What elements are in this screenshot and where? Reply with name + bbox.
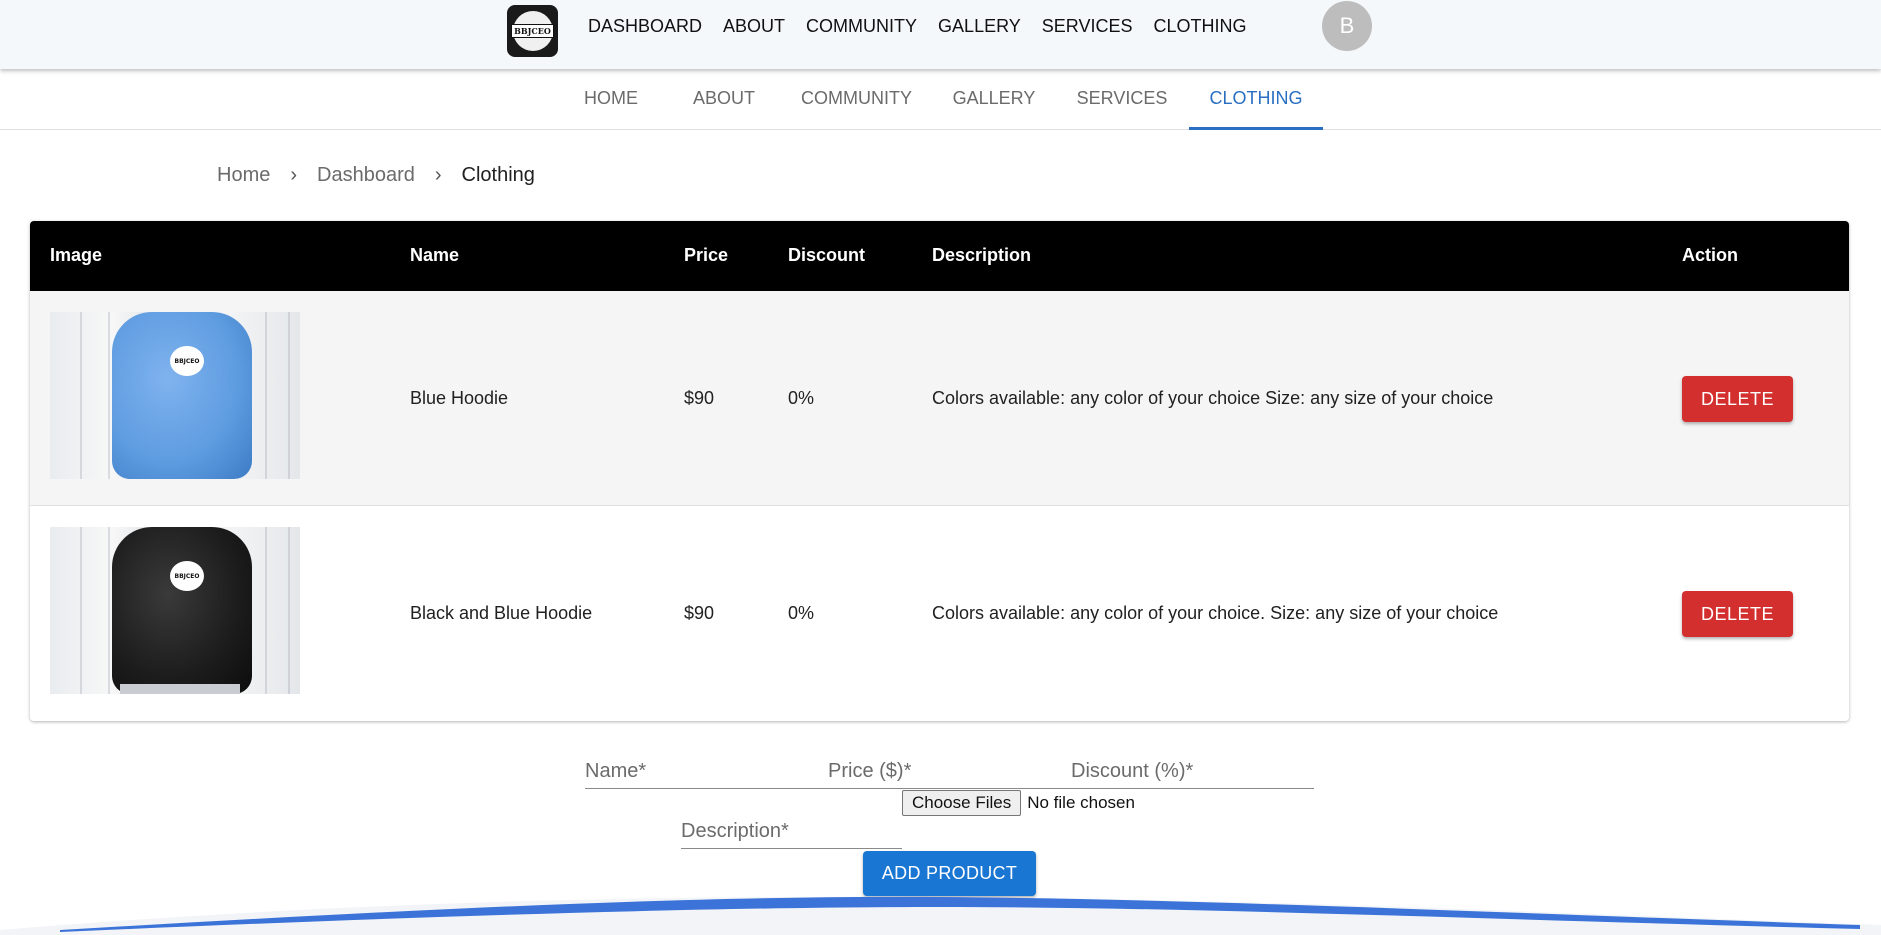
product-price: $90 [684, 388, 715, 408]
breadcrumb-current: Clothing [461, 164, 535, 186]
description-field [681, 809, 902, 849]
hoodie-logo-icon: BBJCEO [170, 346, 204, 376]
topnav-clothing[interactable]: CLOTHING [1153, 15, 1246, 37]
column-header-name: Name [410, 245, 460, 265]
logo-text: BBJCEO [511, 24, 554, 38]
hoodie-shape: BBJCEO [112, 312, 252, 479]
user-avatar[interactable]: B [1322, 1, 1372, 51]
product-description: Colors available: any color of your choi… [932, 388, 1494, 408]
hoodie-logo-icon: BBJCEO [170, 561, 204, 591]
tab-about[interactable]: ABOUT [680, 69, 768, 130]
column-header-discount: Discount [788, 245, 866, 265]
tab-gallery[interactable]: GALLERY [944, 69, 1044, 130]
top-nav: DASHBOARD ABOUT COMMUNITY GALLERY SERVIC… [588, 15, 1267, 37]
product-image: BBJCEO [50, 312, 300, 479]
section-tabs: HOME ABOUT COMMUNITY GALLERY SERVICES CL… [0, 69, 1881, 130]
file-input: Choose Files No file chosen [902, 790, 1135, 816]
tab-clothing[interactable]: CLOTHING [1189, 69, 1323, 130]
column-header-description: Description [932, 245, 1032, 265]
choose-files-button[interactable]: Choose Files [902, 790, 1022, 816]
tab-community[interactable]: COMMUNITY [790, 69, 923, 130]
breadcrumb-dashboard[interactable]: Dashboard [317, 164, 415, 187]
tab-services[interactable]: SERVICES [1066, 69, 1178, 130]
topnav-dashboard[interactable]: DASHBOARD [588, 15, 702, 37]
topnav-community[interactable]: COMMUNITY [806, 15, 917, 37]
pants-shape [120, 684, 240, 694]
delete-button[interactable]: DELETE [1682, 376, 1793, 422]
product-name: Blue Hoodie [410, 388, 509, 408]
discount-field [1071, 749, 1314, 789]
name-input[interactable] [585, 749, 828, 788]
logo-emblem-icon: BBJCEO [511, 11, 554, 51]
products-table: Image Name Price Discount Description Ac… [30, 221, 1849, 721]
hoodie-shape: BBJCEO [112, 527, 252, 694]
name-field [585, 749, 828, 789]
topnav-services[interactable]: SERVICES [1042, 15, 1133, 37]
footer-wave [0, 896, 1881, 935]
description-input[interactable] [681, 809, 902, 848]
product-image: BBJCEO [50, 527, 300, 694]
table-row: BBJCEO Black and Blue Hoodie $90 0% Colo… [30, 506, 1849, 721]
product-price: $90 [684, 603, 715, 623]
topnav-gallery[interactable]: GALLERY [938, 15, 1021, 37]
product-discount: 0% [788, 388, 815, 408]
app-bar: BBJCEO DASHBOARD ABOUT COMMUNITY GALLERY… [0, 0, 1881, 69]
price-field [828, 749, 1071, 789]
breadcrumb: Home › Dashboard › Clothing [217, 164, 535, 187]
chevron-right-icon: › [434, 164, 442, 186]
product-name: Black and Blue Hoodie [410, 603, 593, 623]
table-header: Image Name Price Discount Description Ac… [30, 221, 1849, 291]
discount-input[interactable] [1071, 749, 1314, 788]
table-row: BBJCEO Blue Hoodie $90 0% Colors availab… [30, 291, 1849, 506]
delete-button[interactable]: DELETE [1682, 591, 1793, 637]
brand-logo[interactable]: BBJCEO [507, 5, 558, 57]
column-header-price: Price [684, 245, 729, 265]
column-header-action: Action [1682, 245, 1738, 265]
tab-home[interactable]: HOME [570, 69, 652, 130]
product-discount: 0% [788, 603, 815, 623]
column-header-image: Image [50, 245, 103, 265]
price-input[interactable] [828, 749, 1071, 788]
product-description: Colors available: any color of your choi… [932, 603, 1499, 623]
topnav-about[interactable]: ABOUT [723, 15, 785, 37]
file-status: No file chosen [1027, 793, 1135, 812]
breadcrumb-home[interactable]: Home [217, 164, 270, 187]
chevron-right-icon: › [290, 164, 298, 186]
